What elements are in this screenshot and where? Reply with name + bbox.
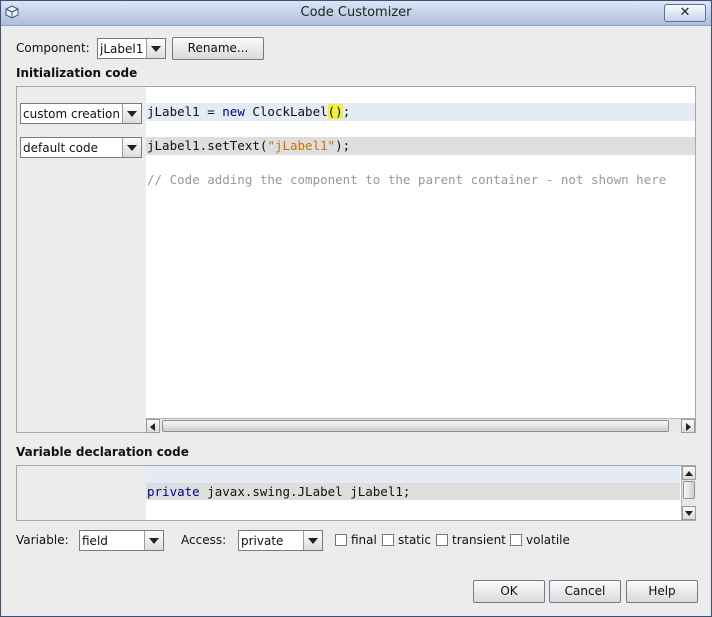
code-gutter	[17, 466, 146, 520]
component-select-value: jLabel1	[100, 42, 144, 56]
line1-mode-select[interactable]: custom creation	[20, 103, 142, 124]
variable-label: Variable:	[16, 533, 69, 547]
vertical-scroll-thumb[interactable]	[683, 481, 695, 499]
dropdown-arrow-icon[interactable]	[146, 39, 165, 58]
volatile-label: volatile	[526, 533, 570, 547]
static-label: static	[398, 533, 431, 547]
code-token: jLabel1.setText(	[147, 138, 268, 153]
rename-button[interactable]: Rename...	[172, 37, 264, 60]
title-bar[interactable]: Code Customizer ✕	[1, 1, 711, 26]
scroll-right-icon[interactable]	[681, 419, 695, 433]
line2-mode-value: default code	[23, 141, 98, 155]
transient-label: transient	[452, 533, 506, 547]
code-token: ;	[342, 104, 351, 119]
keyword-token: new	[222, 104, 245, 119]
code-token: jLabel1	[147, 104, 200, 119]
scroll-left-icon[interactable]	[146, 419, 160, 433]
dropdown-arrow-icon[interactable]	[122, 138, 141, 157]
cancel-button[interactable]: Cancel	[549, 580, 621, 603]
code-token: javax.swing.JLabel jLabel1;	[199, 484, 411, 499]
final-checkbox[interactable]	[335, 534, 347, 546]
line1-mode-value: custom creation	[23, 107, 120, 121]
line2-mode-select[interactable]: default code	[20, 137, 142, 158]
access-label: Access:	[181, 533, 227, 547]
variable-select-value: field	[82, 534, 108, 548]
initialization-code-heading: Initialization code	[16, 66, 138, 80]
code-token: =	[199, 104, 223, 119]
access-select[interactable]: private	[238, 530, 323, 551]
variable-select[interactable]: field	[79, 530, 164, 551]
window-title: Code Customizer	[300, 5, 412, 20]
access-select-value: private	[241, 534, 284, 548]
string-token: "jLabel1"	[267, 138, 336, 153]
code-line-1[interactable]: jLabel1 = new ClockLabel();	[147, 104, 350, 119]
help-button[interactable]: Help	[626, 580, 698, 603]
dropdown-arrow-icon[interactable]	[303, 531, 322, 550]
dropdown-arrow-icon[interactable]	[144, 531, 163, 550]
variable-declaration-panel: private javax.swing.JLabel jLabel1;	[16, 465, 696, 521]
vertical-scrollbar[interactable]	[681, 466, 696, 520]
component-label: Component:	[16, 41, 90, 55]
declaration-code-line[interactable]: private javax.swing.JLabel jLabel1;	[147, 484, 410, 499]
code-token: ClockLabel	[244, 104, 328, 119]
declaration-top-band	[146, 466, 680, 483]
final-label: final	[351, 533, 377, 547]
code-line-2[interactable]: jLabel1.setText("jLabel1");	[147, 138, 350, 153]
code-line-3[interactable]: // Code adding the component to the pare…	[147, 172, 666, 187]
ok-button[interactable]: OK	[473, 580, 545, 603]
code-customizer-dialog: Code Customizer ✕ Component: jLabel1 Ren…	[0, 0, 712, 617]
component-select[interactable]: jLabel1	[97, 38, 166, 59]
static-checkbox[interactable]	[382, 534, 394, 546]
keyword-token: private	[147, 484, 200, 499]
horizontal-scrollbar[interactable]	[146, 418, 695, 433]
volatile-checkbox[interactable]	[510, 534, 522, 546]
bracket-highlight: ()	[327, 104, 343, 119]
horizontal-scroll-thumb[interactable]	[162, 420, 669, 432]
scroll-down-icon[interactable]	[682, 506, 696, 520]
variable-declaration-heading: Variable declaration code	[16, 445, 189, 459]
transient-checkbox[interactable]	[436, 534, 448, 546]
dropdown-arrow-icon[interactable]	[122, 104, 141, 123]
code-line-3-clip: // Code adding the component to the pare…	[146, 169, 695, 189]
scroll-up-icon[interactable]	[682, 466, 696, 480]
code-token: );	[335, 138, 351, 153]
close-button[interactable]: ✕	[664, 4, 706, 22]
initialization-code-panel: custom creation default code jLabel1 = n…	[16, 86, 696, 433]
close-icon: ✕	[679, 5, 691, 20]
